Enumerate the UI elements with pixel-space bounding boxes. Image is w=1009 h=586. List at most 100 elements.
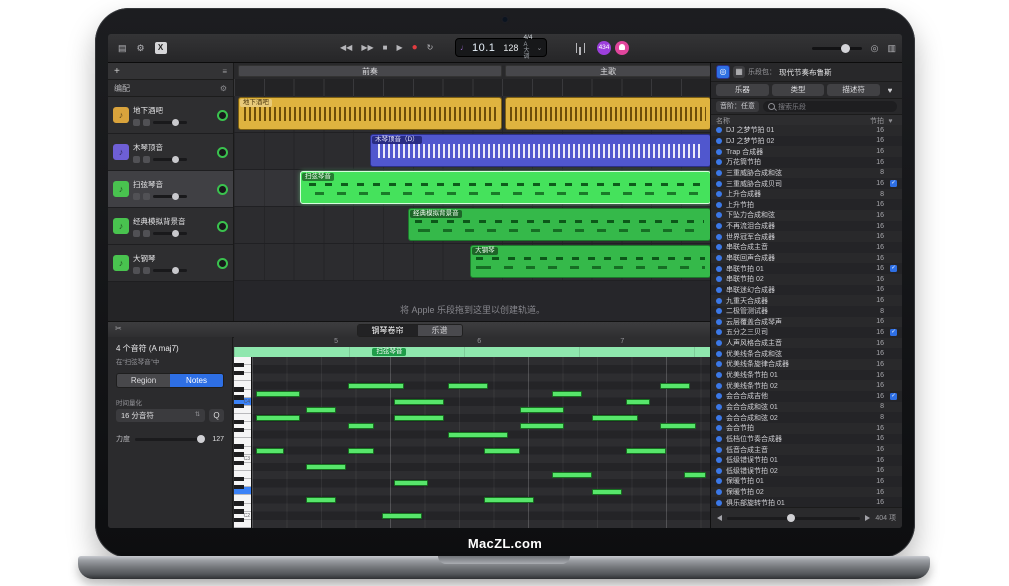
favorite-checkbox[interactable] xyxy=(890,308,897,315)
cycle-button[interactable]: ↻ xyxy=(427,34,434,62)
piano-key-black[interactable] xyxy=(234,420,244,425)
loop-row[interactable]: 云层覆盖合成琴声 16 xyxy=(711,317,902,328)
mute-button[interactable] xyxy=(133,230,140,237)
piano-key-black[interactable] xyxy=(234,485,244,490)
velocity-slider[interactable] xyxy=(135,438,205,441)
timeline-ruler[interactable] xyxy=(234,79,711,97)
mute-button[interactable] xyxy=(133,267,140,274)
track-volume-slider[interactable] xyxy=(153,195,187,198)
mute-button[interactable] xyxy=(133,119,140,126)
loop-row[interactable]: 串联迷幻合成器 16 xyxy=(711,285,902,296)
favorite-checkbox[interactable]: ✓ xyxy=(890,329,897,336)
region[interactable]: 大钢琴 xyxy=(470,245,711,278)
sound-library-badge[interactable]: 434 xyxy=(597,41,611,55)
piano-key-black[interactable] xyxy=(234,518,244,523)
favorite-checkbox[interactable] xyxy=(890,159,897,166)
midi-note[interactable] xyxy=(626,399,650,405)
midi-note[interactable] xyxy=(348,423,374,429)
midi-note[interactable] xyxy=(306,464,346,470)
piano-key-black[interactable] xyxy=(234,395,244,400)
midi-note[interactable] xyxy=(256,391,300,397)
tab-selected[interactable]: 钢琴卷帘 xyxy=(358,325,418,336)
favorite-checkbox[interactable] xyxy=(890,414,897,421)
favorite-checkbox[interactable] xyxy=(890,223,897,230)
loop-pack-dropdown[interactable]: 现代节奏布鲁斯 xyxy=(779,67,897,78)
favorite-checkbox[interactable] xyxy=(890,233,897,240)
favorite-checkbox[interactable] xyxy=(890,212,897,219)
favorite-checkbox[interactable] xyxy=(890,489,897,496)
loop-row[interactable]: 低音合成主音 16 xyxy=(711,444,902,455)
loop-row[interactable]: 五分之三贝司 16 ✓ xyxy=(711,327,902,338)
notification-bell-icon[interactable] xyxy=(615,41,629,55)
rewind-button[interactable]: ◀◀ xyxy=(340,34,352,62)
loop-row[interactable]: 上升节拍 16 xyxy=(711,199,902,210)
arrangement-marker[interactable]: 前奏 xyxy=(238,65,502,77)
piano-key-black[interactable] xyxy=(234,387,244,392)
arrange-lane[interactable]: 木琴顶音（D） xyxy=(234,133,711,170)
track-volume-slider[interactable] xyxy=(153,232,187,235)
arrangement-marker[interactable]: 主歌 xyxy=(505,65,711,77)
loop-row[interactable]: DJ 之梦节拍 02 16 xyxy=(711,136,902,147)
piano-key-black[interactable] xyxy=(234,477,244,482)
favorite-checkbox[interactable] xyxy=(890,361,897,368)
region[interactable]: 木琴顶音（D） xyxy=(370,134,711,167)
midi-note[interactable] xyxy=(348,448,374,454)
loop-row[interactable]: 低级错误节拍 01 16 xyxy=(711,455,902,466)
loop-row[interactable]: 三重威胁合成和弦 8 xyxy=(711,168,902,179)
midi-note[interactable] xyxy=(448,383,488,389)
region[interactable] xyxy=(505,97,711,130)
pan-knob[interactable] xyxy=(217,147,228,158)
track-volume-slider[interactable] xyxy=(153,158,187,161)
loop-row[interactable]: 串联节拍 02 16 xyxy=(711,274,902,285)
midi-note[interactable] xyxy=(394,415,444,421)
midi-note[interactable] xyxy=(660,383,690,389)
favorite-checkbox[interactable] xyxy=(890,244,897,251)
favorite-checkbox[interactable]: ✓ xyxy=(890,180,897,187)
preview-volume-slider[interactable] xyxy=(727,517,860,520)
loop-row[interactable]: 人声风格合成主音 16 xyxy=(711,338,902,349)
loop-row[interactable]: 优美线条旋律合成器 16 xyxy=(711,359,902,370)
scissors-icon[interactable]: ✂ xyxy=(115,324,122,333)
loop-browser-toggle-icon[interactable]: ◎ xyxy=(716,65,730,79)
grid-view-icon[interactable]: ▦ xyxy=(733,66,745,78)
loop-row[interactable]: 九重天合成器 16 xyxy=(711,295,902,306)
piano-key-black[interactable] xyxy=(234,371,244,376)
favorite-checkbox[interactable] xyxy=(890,425,897,432)
master-volume-slider[interactable] xyxy=(812,47,862,50)
favorite-checkbox[interactable]: ✓ xyxy=(890,393,897,400)
filter-button[interactable]: 描述符 xyxy=(827,84,880,96)
solo-button[interactable] xyxy=(143,193,150,200)
favorite-checkbox[interactable] xyxy=(890,255,897,262)
favorite-checkbox[interactable] xyxy=(890,467,897,474)
filter-icon[interactable]: ≡ xyxy=(222,67,227,76)
pan-knob[interactable] xyxy=(217,184,228,195)
favorite-checkbox[interactable] xyxy=(890,372,897,379)
solo-button[interactable] xyxy=(143,267,150,274)
track-header[interactable]: ♪ 扫弦琴音 xyxy=(108,171,233,208)
piano-key-black[interactable] xyxy=(234,461,244,466)
favorite-checkbox[interactable] xyxy=(890,297,897,304)
loop-row[interactable]: 低级错误节拍 02 16 xyxy=(711,466,902,477)
mute-button[interactable] xyxy=(133,156,140,163)
tab-unselected[interactable]: 乐谱 xyxy=(418,325,462,336)
loop-row[interactable]: 优美线条节拍 01 16 xyxy=(711,370,902,381)
midi-note[interactable] xyxy=(552,472,592,478)
favorite-checkbox[interactable] xyxy=(890,457,897,464)
segmented-option[interactable]: Region xyxy=(117,374,170,387)
track-header[interactable]: ♪ 经典模拟背景音 xyxy=(108,208,233,245)
loop-row[interactable]: 串联回声合成器 16 xyxy=(711,253,902,264)
scale-dropdown[interactable]: 音阶：任意 xyxy=(716,101,759,112)
midi-note[interactable] xyxy=(484,448,520,454)
piano-key-black[interactable] xyxy=(234,363,244,368)
filter-button[interactable]: 类型 xyxy=(772,84,825,96)
track-volume-slider[interactable] xyxy=(153,121,187,124)
midi-note[interactable] xyxy=(520,407,564,413)
favorite-checkbox[interactable] xyxy=(890,499,897,506)
loop-row[interactable]: Trap 合成器 16 xyxy=(711,146,902,157)
loop-row[interactable]: 世界冠军合成器 16 xyxy=(711,231,902,242)
favorite-checkbox[interactable] xyxy=(890,201,897,208)
loop-row[interactable]: 会合合成和弦 01 8 xyxy=(711,402,902,413)
loop-row[interactable]: 万花筒节拍 16 xyxy=(711,157,902,168)
arrange-lane[interactable]: 地下酒吧 xyxy=(234,96,711,133)
favorite-checkbox[interactable] xyxy=(890,403,897,410)
